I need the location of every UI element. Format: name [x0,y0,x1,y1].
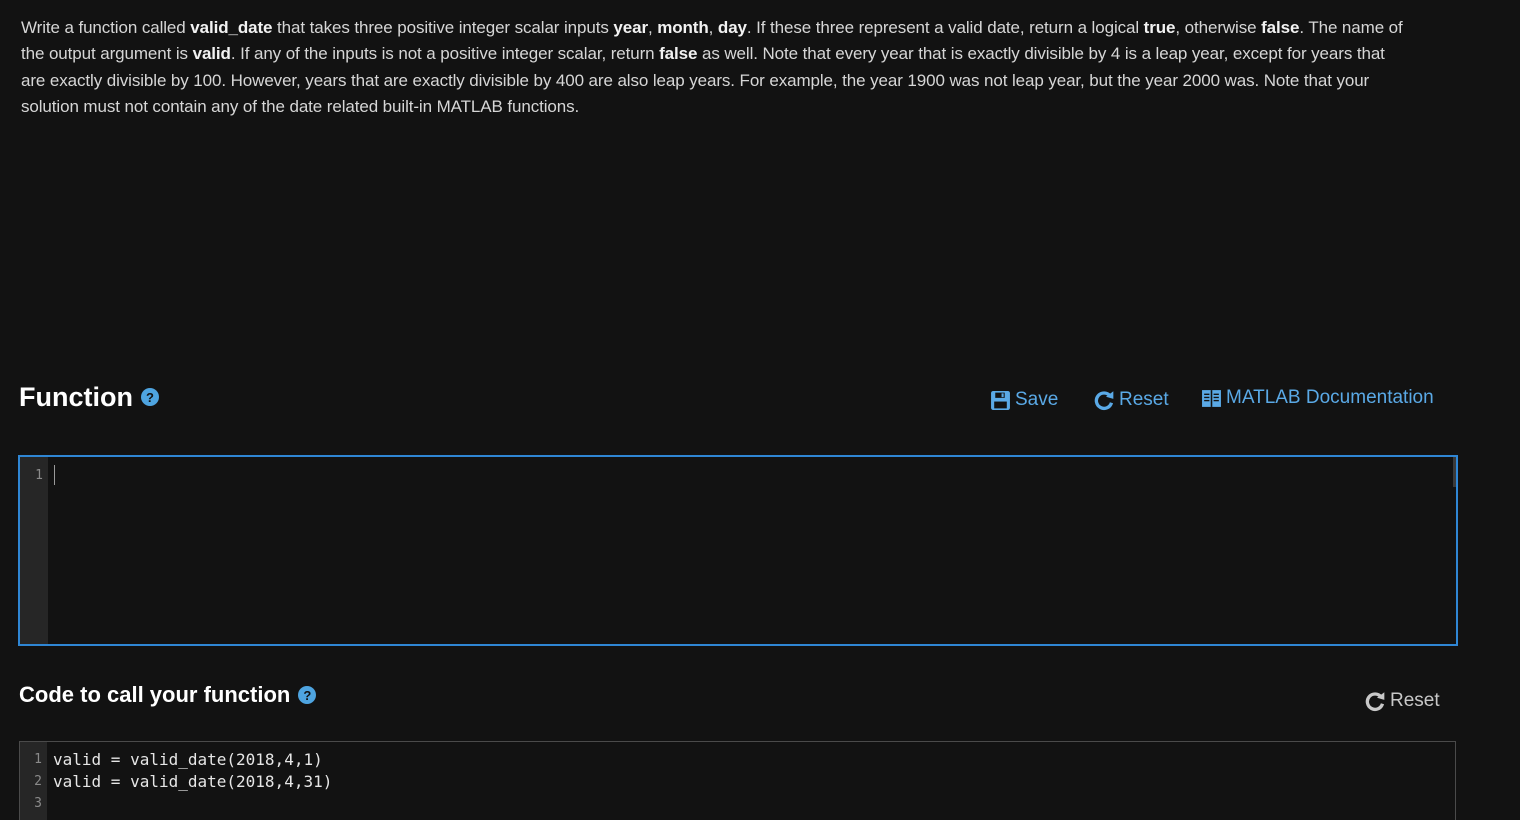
save-button[interactable]: Save [990,389,1058,411]
docs-label: MATLAB Documentation [1226,387,1434,408]
text-cursor [54,465,55,485]
desc-bold: false [1261,18,1300,37]
reset-icon [1365,692,1385,711]
desc-bold: day [717,18,747,37]
code-content[interactable]: valid = valid_date(2018,4,1) valid = val… [53,749,332,815]
help-icon[interactable]: ? [140,388,159,406]
save-label: Save [1015,389,1059,410]
desc-bold: month [657,18,709,37]
desc-text: , [647,18,658,37]
function-editor[interactable]: 1 [18,455,1458,646]
line-number: 1 [34,752,42,767]
reset-label: Reset [1119,389,1169,410]
desc-text: . If these three represent a valid date,… [746,18,1144,37]
call-code-editor[interactable]: 1 2 3 valid = valid_date(2018,4,1) valid… [19,741,1456,820]
line-number-gutter: 1 2 3 [20,742,47,820]
desc-bold: false [659,44,698,64]
call-reset-button[interactable]: Reset [1364,690,1440,712]
help-icon[interactable]: ? [298,686,317,704]
desc-text: . If any of the inputs is not a positive… [230,44,660,64]
call-title: Code to call your function [19,682,291,707]
problem-description: Write a function called valid_date that … [21,15,1411,120]
reset-icon [1094,391,1114,410]
desc-text: , [708,18,718,37]
line-number: 3 [34,796,42,811]
desc-bold: valid [192,44,231,64]
book-icon [1202,389,1221,407]
scrollbar[interactable] [1453,457,1456,487]
desc-text: , otherwise [1175,18,1262,37]
desc-text: Write a function called [21,18,191,37]
reset-label: Reset [1390,690,1440,711]
code-line: valid = valid_date(2018,4,1) [53,750,323,769]
desc-bold: valid_date [190,18,273,37]
desc-bold: true [1143,18,1176,37]
line-number: 1 [35,468,43,483]
desc-bold: year [613,18,648,37]
line-number: 2 [34,774,42,789]
call-heading: Code to call your function ? [19,680,317,710]
save-icon [991,390,1010,410]
page: Write a function called valid_date that … [0,0,1520,820]
function-title: Function [19,381,133,412]
reset-button[interactable]: Reset [1093,389,1169,411]
code-line: valid = valid_date(2018,4,31) [53,772,333,791]
line-number-gutter: 1 [20,457,48,644]
desc-text: that takes three positive integer scalar… [272,18,614,37]
function-heading: Function ? [19,379,159,415]
matlab-documentation-link[interactable]: MATLAB Documentation [1201,387,1434,409]
